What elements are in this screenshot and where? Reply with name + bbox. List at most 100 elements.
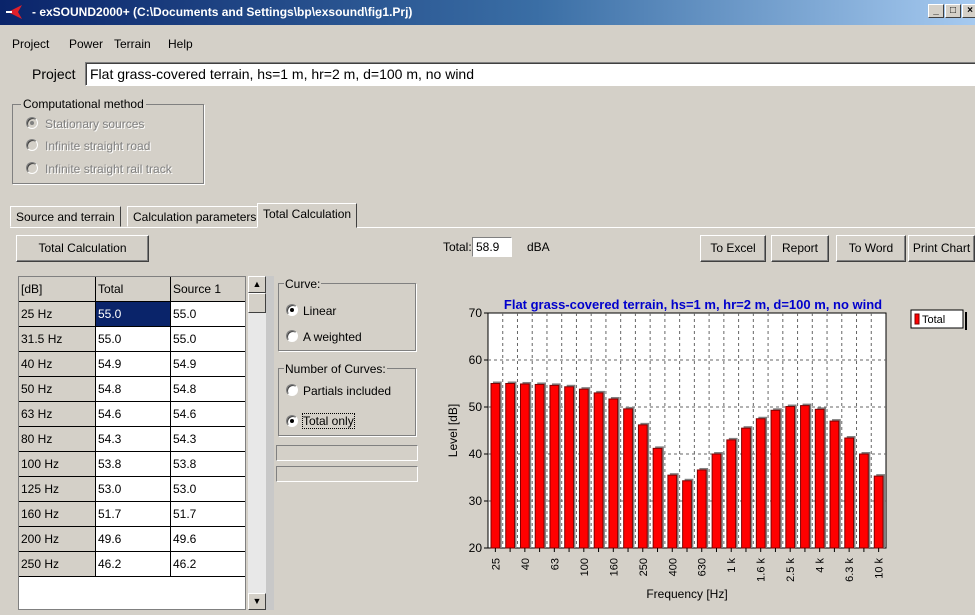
x-tick-label: 40 bbox=[520, 558, 532, 570]
results-grid[interactable]: [dB] Total Source 1 25 Hz 55.0 55.0 31.5 Hz 55.… bbox=[18, 276, 246, 610]
title-bar[interactable]: - exSOUND2000+ (C:\Documents and Setting… bbox=[0, 0, 975, 25]
cell-frequency[interactable]: 80 Hz bbox=[19, 427, 96, 452]
scroll-thumb[interactable] bbox=[248, 293, 266, 313]
bar bbox=[755, 418, 766, 549]
table-row[interactable]: 125 Hz 53.0 53.0 bbox=[19, 477, 245, 502]
tab-total-calculation[interactable]: Total Calculation bbox=[257, 203, 358, 228]
cell-frequency[interactable]: 100 Hz bbox=[19, 452, 96, 477]
tab-calculation-parameters[interactable]: Calculation parameters bbox=[127, 206, 263, 227]
bar bbox=[534, 383, 545, 549]
report-button[interactable]: Report bbox=[771, 235, 829, 262]
grid-scrollbar[interactable]: ▲ ▼ bbox=[248, 276, 266, 610]
x-tick-label: 63 bbox=[549, 558, 561, 570]
radio-total-only[interactable] bbox=[286, 415, 298, 427]
project-input[interactable]: Flat grass-covered terrain, hs=1 m, hr=2… bbox=[85, 62, 975, 86]
cell-total[interactable]: 53.8 bbox=[96, 452, 171, 477]
bar bbox=[505, 383, 515, 549]
table-row[interactable]: 31.5 Hz 55.0 55.0 bbox=[19, 327, 245, 352]
minimize-button[interactable]: _ bbox=[928, 4, 944, 18]
cell-source1[interactable]: 53.8 bbox=[171, 452, 245, 477]
table-row[interactable]: 63 Hz 54.6 54.6 bbox=[19, 402, 245, 427]
splitter bbox=[266, 276, 274, 610]
radio-infinite-rail[interactable] bbox=[26, 162, 38, 174]
partials-included-label: Partials included bbox=[303, 384, 392, 398]
cell-source1[interactable]: 46.2 bbox=[171, 552, 245, 577]
column-header-frequency: [dB] bbox=[19, 277, 96, 302]
x-tick-label: 1.6 k bbox=[756, 558, 768, 582]
cell-total[interactable]: 49.6 bbox=[96, 527, 171, 552]
table-row[interactable]: 160 Hz 51.7 51.7 bbox=[19, 502, 245, 527]
table-row[interactable]: 250 Hz 46.2 46.2 bbox=[19, 552, 245, 577]
table-row[interactable]: 40 Hz 54.9 54.9 bbox=[19, 352, 245, 377]
table-row[interactable]: 200 Hz 49.6 49.6 bbox=[19, 527, 245, 552]
chart-title: Flat grass-covered terrain, hs=1 m, hr=2… bbox=[504, 297, 882, 312]
computational-method-label: Computational method bbox=[21, 97, 146, 111]
tab-source-and-terrain[interactable]: Source and terrain bbox=[10, 206, 121, 227]
cell-source1[interactable]: 49.6 bbox=[171, 527, 245, 552]
cell-total[interactable]: 54.8 bbox=[96, 377, 171, 402]
cell-source1[interactable]: 54.3 bbox=[171, 427, 245, 452]
total-calculation-button[interactable]: Total Calculation bbox=[16, 235, 149, 262]
cell-source1[interactable]: 54.8 bbox=[171, 377, 245, 402]
column-header-total: Total bbox=[96, 277, 171, 302]
cell-source1[interactable]: 54.6 bbox=[171, 402, 245, 427]
cell-total[interactable]: 55.0 bbox=[96, 302, 171, 327]
number-of-curves-label: Number of Curves: bbox=[284, 362, 387, 376]
cell-frequency[interactable]: 40 Hz bbox=[19, 352, 96, 377]
cell-source1[interactable]: 55.0 bbox=[171, 327, 245, 352]
total-only-label: Total only bbox=[302, 413, 355, 429]
cell-frequency[interactable]: 200 Hz bbox=[19, 527, 96, 552]
bar bbox=[623, 408, 633, 549]
menu-power[interactable]: Power bbox=[69, 37, 103, 51]
radio-linear[interactable] bbox=[286, 304, 298, 316]
column-header-source1: Source 1 bbox=[171, 277, 245, 302]
table-row[interactable]: 80 Hz 54.3 54.3 bbox=[19, 427, 245, 452]
y-tick-label: 60 bbox=[469, 353, 483, 367]
x-tick-label: 2.5 k bbox=[785, 558, 797, 582]
maximize-button[interactable]: □ bbox=[945, 4, 961, 18]
total-value-field[interactable]: 58.9 bbox=[472, 237, 512, 257]
cell-frequency[interactable]: 250 Hz bbox=[19, 552, 96, 577]
cell-frequency[interactable]: 25 Hz bbox=[19, 302, 96, 327]
cell-frequency[interactable]: 160 Hz bbox=[19, 502, 96, 527]
menu-terrain[interactable]: Terrain bbox=[114, 37, 151, 51]
cell-total[interactable]: 54.9 bbox=[96, 352, 171, 377]
bar bbox=[593, 392, 604, 549]
bar bbox=[785, 406, 796, 549]
cell-source1[interactable]: 53.0 bbox=[171, 477, 245, 502]
radio-a-weighted[interactable] bbox=[286, 330, 298, 342]
cell-frequency[interactable]: 50 Hz bbox=[19, 377, 96, 402]
project-label: Project bbox=[32, 66, 76, 82]
close-button[interactable]: × bbox=[962, 4, 975, 18]
cell-total[interactable]: 53.0 bbox=[96, 477, 171, 502]
y-tick-label: 40 bbox=[469, 447, 483, 461]
table-row[interactable]: 50 Hz 54.8 54.8 bbox=[19, 377, 245, 402]
cell-total[interactable]: 46.2 bbox=[96, 552, 171, 577]
cell-total[interactable]: 54.6 bbox=[96, 402, 171, 427]
to-excel-button[interactable]: To Excel bbox=[700, 235, 766, 262]
table-row[interactable]: 100 Hz 53.8 53.8 bbox=[19, 452, 245, 477]
scroll-down-button[interactable]: ▼ bbox=[248, 593, 266, 610]
cell-total[interactable]: 51.7 bbox=[96, 502, 171, 527]
radio-stationary-sources[interactable] bbox=[26, 117, 38, 129]
cell-total[interactable]: 54.3 bbox=[96, 427, 171, 452]
x-tick-label: 160 bbox=[608, 558, 620, 576]
bar bbox=[682, 480, 692, 549]
y-axis-label: Level [dB] bbox=[446, 404, 460, 457]
cell-frequency[interactable]: 63 Hz bbox=[19, 402, 96, 427]
x-tick-label: 4 k bbox=[815, 558, 827, 573]
cell-source1[interactable]: 51.7 bbox=[171, 502, 245, 527]
scroll-up-button[interactable]: ▲ bbox=[248, 276, 266, 293]
menu-project[interactable]: Project bbox=[12, 37, 49, 51]
table-row[interactable]: 25 Hz 55.0 55.0 bbox=[19, 302, 245, 327]
print-chart-button[interactable]: Print Chart bbox=[908, 235, 975, 262]
cell-total[interactable]: 55.0 bbox=[96, 327, 171, 352]
cell-frequency[interactable]: 125 Hz bbox=[19, 477, 96, 502]
radio-infinite-road[interactable] bbox=[26, 139, 38, 151]
cell-source1[interactable]: 55.0 bbox=[171, 302, 245, 327]
cell-source1[interactable]: 54.9 bbox=[171, 352, 245, 377]
to-word-button[interactable]: To Word bbox=[836, 235, 906, 262]
cell-frequency[interactable]: 31.5 Hz bbox=[19, 327, 96, 352]
menu-help[interactable]: Help bbox=[168, 37, 193, 51]
radio-partials-included[interactable] bbox=[286, 384, 298, 396]
